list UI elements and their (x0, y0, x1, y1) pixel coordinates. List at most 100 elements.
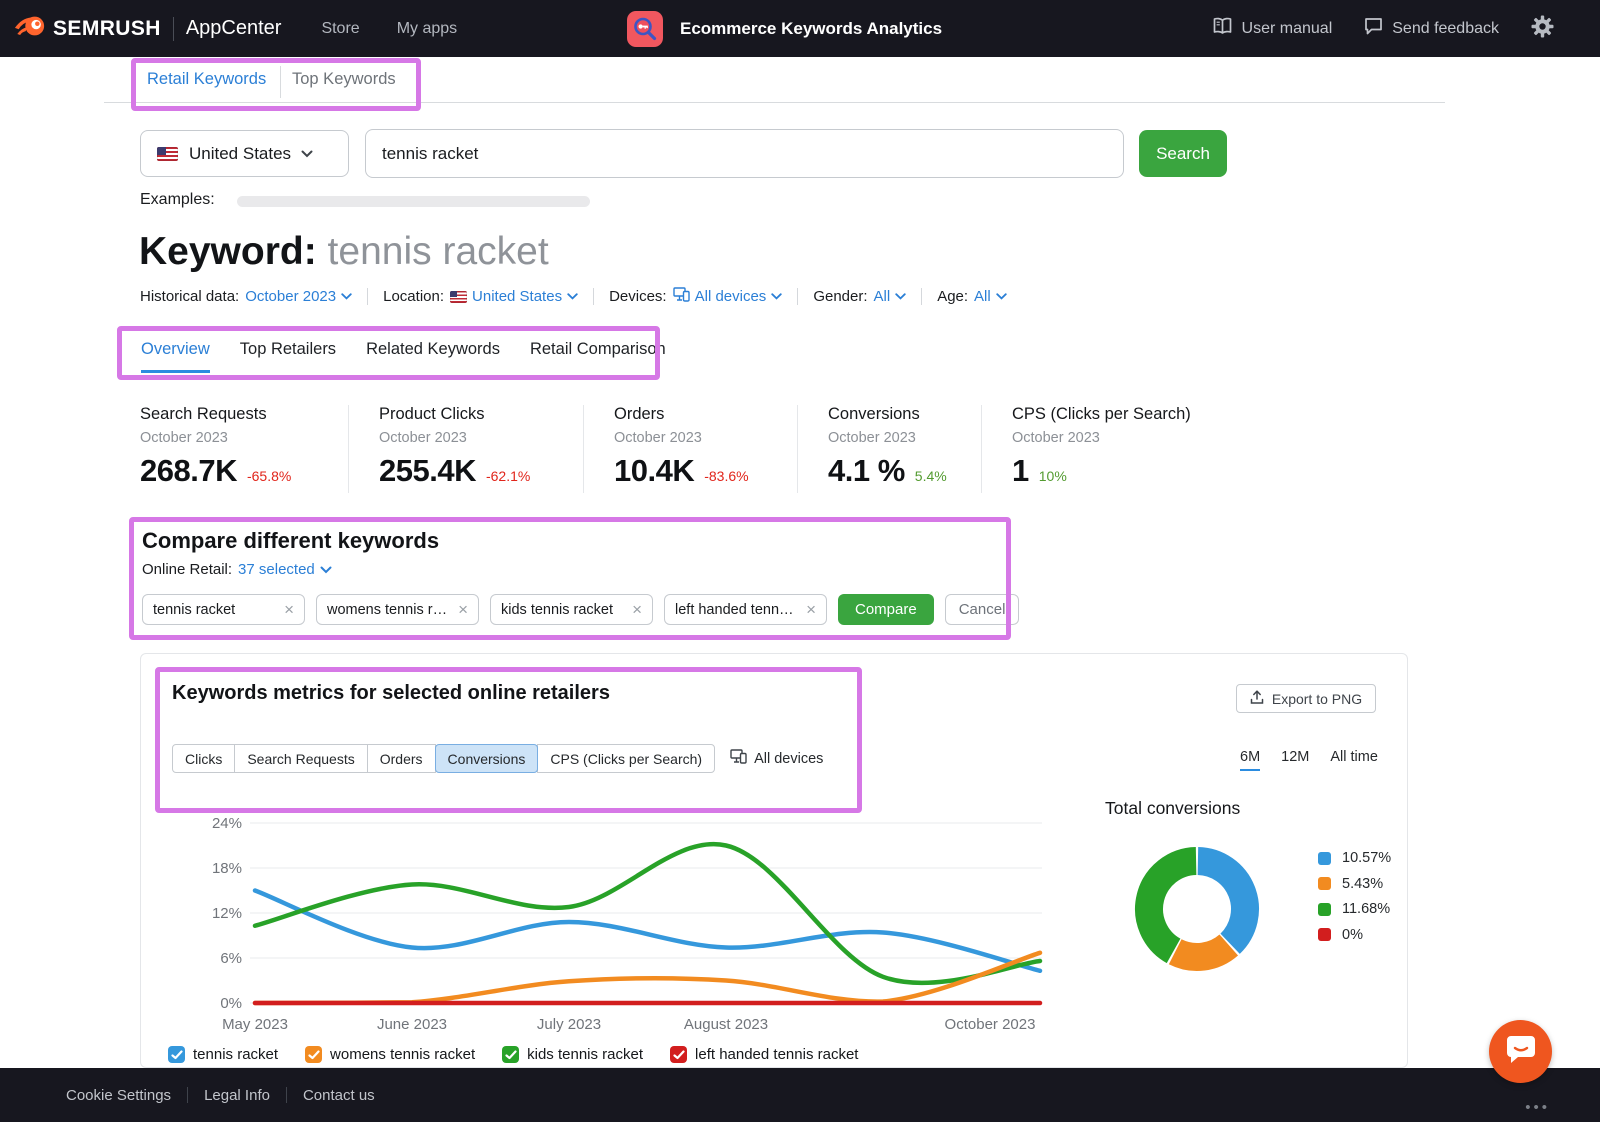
keyword-chip[interactable]: kids tennis racket × (490, 594, 653, 625)
seg-cps[interactable]: CPS (Clicks per Search) (537, 744, 715, 773)
semrush-flame-icon (14, 14, 46, 43)
filter-divider (921, 288, 922, 305)
devices-dropdown[interactable]: All devices (673, 287, 783, 306)
chip-label: tennis racket (153, 602, 235, 618)
gender-dropdown[interactable]: All (874, 288, 907, 305)
location-value: United States (472, 288, 562, 305)
tab-retail-comparison[interactable]: Retail Comparison (530, 340, 666, 373)
online-retail-dropdown[interactable]: 37 selected (238, 561, 332, 578)
keyword-search-input[interactable] (365, 129, 1124, 178)
checkbox-checked-icon[interactable] (168, 1046, 185, 1063)
metric-value: 1 (1012, 453, 1029, 489)
cancel-button[interactable]: Cancel (945, 594, 1020, 625)
us-flag-icon (450, 291, 467, 303)
close-icon[interactable]: × (632, 601, 642, 618)
legend-label: 10.57% (1342, 850, 1391, 866)
keyword-chips-row: tennis racket × womens tennis r… × kids … (142, 594, 1019, 625)
close-icon[interactable]: × (458, 601, 468, 618)
footer-legal-info[interactable]: Legal Info (204, 1087, 270, 1104)
historical-data-dropdown[interactable]: October 2023 (245, 288, 352, 305)
metric-period: October 2023 (828, 430, 947, 446)
series-label: left handed tennis racket (695, 1046, 858, 1063)
nav-right: User manual Send feedback (1212, 0, 1554, 57)
location-dropdown[interactable]: United States (450, 288, 578, 305)
age-dropdown[interactable]: All (974, 288, 1007, 305)
legend-swatch (1318, 852, 1331, 865)
chat-bubble-icon (1504, 1033, 1538, 1070)
tab-top-keywords[interactable]: Top Keywords (292, 70, 396, 89)
series-toggle-left-handed-tennis-racket[interactable]: left handed tennis racket (670, 1046, 858, 1063)
metric-type-segmented-control: Clicks Search Requests Orders Conversion… (172, 744, 823, 773)
range-all-time[interactable]: All time (1330, 749, 1378, 771)
checkbox-checked-icon[interactable] (305, 1046, 322, 1063)
devices-value: All devices (695, 288, 767, 305)
country-select[interactable]: United States (140, 130, 349, 177)
location-label: Location: (383, 288, 444, 305)
checkbox-checked-icon[interactable] (502, 1046, 519, 1063)
us-flag-icon (157, 147, 178, 161)
series-toggle-tennis-racket[interactable]: tennis racket (168, 1046, 278, 1063)
donut-legend-item: 5.43% (1318, 876, 1391, 892)
export-to-png-button[interactable]: Export to PNG (1236, 684, 1376, 713)
metric-period: October 2023 (1012, 430, 1191, 446)
metric-label: Product Clicks (379, 405, 530, 424)
close-icon[interactable]: × (806, 601, 816, 618)
seg-search-requests[interactable]: Search Requests (234, 744, 367, 773)
metric-delta: -62.1% (486, 468, 530, 484)
donut-legend-item: 11.68% (1318, 901, 1391, 917)
settings-gear-icon[interactable] (1531, 15, 1554, 43)
svg-text:6%: 6% (220, 950, 242, 967)
nav-store[interactable]: Store (321, 20, 359, 38)
nav-my-apps[interactable]: My apps (397, 20, 457, 38)
footer-contact-us[interactable]: Contact us (303, 1087, 375, 1104)
keyword-chip[interactable]: left handed tenn… × (664, 594, 827, 625)
tab-top-retailers[interactable]: Top Retailers (240, 340, 336, 373)
footer-cookie-settings[interactable]: Cookie Settings (66, 1087, 171, 1104)
checkbox-checked-icon[interactable] (670, 1046, 687, 1063)
metric-divider (797, 405, 798, 493)
overflow-dots-icon[interactable]: ••• (1525, 1099, 1550, 1116)
compare-button[interactable]: Compare (838, 594, 934, 625)
all-devices-toggle[interactable]: All devices (730, 749, 823, 768)
seg-clicks[interactable]: Clicks (172, 744, 235, 773)
search-button[interactable]: Search (1139, 130, 1227, 177)
keyword-term: tennis racket (328, 230, 549, 273)
tab-related-keywords[interactable]: Related Keywords (366, 340, 500, 373)
tab-overview[interactable]: Overview (141, 340, 210, 373)
svg-text:June 2023: June 2023 (377, 1016, 447, 1033)
semrush-logo[interactable]: SEMRUSH AppCenter (14, 14, 281, 43)
series-toggle-kids-tennis-racket[interactable]: kids tennis racket (502, 1046, 643, 1063)
legend-label: 5.43% (1342, 876, 1383, 892)
seg-conversions[interactable]: Conversions (435, 744, 539, 773)
ecommerce-keywords-app-icon (627, 11, 663, 47)
section-tabs: Overview Top Retailers Related Keywords … (141, 340, 666, 373)
book-icon (1212, 17, 1233, 40)
svg-text:24%: 24% (212, 815, 242, 832)
range-6m[interactable]: 6M (1240, 749, 1260, 771)
series-toggle-womens-tennis-racket[interactable]: womens tennis racket (305, 1046, 475, 1063)
metric-label: Search Requests (140, 405, 291, 424)
age-value: All (974, 288, 991, 305)
legend-swatch (1318, 903, 1331, 916)
close-icon[interactable]: × (284, 601, 294, 618)
metric-divider (348, 405, 349, 493)
page-title: Keyword: tennis racket (139, 230, 549, 274)
country-name: United States (189, 144, 291, 164)
online-retail-value: 37 selected (238, 561, 315, 578)
series-label: womens tennis racket (330, 1046, 475, 1063)
keyword-chip[interactable]: womens tennis r… × (316, 594, 479, 625)
metric-value: 255.4K (379, 453, 476, 489)
live-chat-button[interactable] (1489, 1020, 1552, 1083)
time-range-switcher: 6M 12M All time (1240, 749, 1378, 771)
send-feedback-link[interactable]: Send feedback (1364, 17, 1499, 40)
range-12m[interactable]: 12M (1281, 749, 1309, 771)
tab-retail-keywords[interactable]: Retail Keywords (147, 70, 266, 89)
metric-delta: 10% (1039, 468, 1067, 484)
user-manual-link[interactable]: User manual (1212, 17, 1333, 40)
keyword-chip[interactable]: tennis racket × (142, 594, 305, 625)
seg-orders[interactable]: Orders (367, 744, 436, 773)
filter-divider (593, 288, 594, 305)
metric-label: Orders (614, 405, 749, 424)
examples-placeholder-pill (237, 196, 590, 207)
brand-name: SEMRUSH (53, 17, 161, 41)
